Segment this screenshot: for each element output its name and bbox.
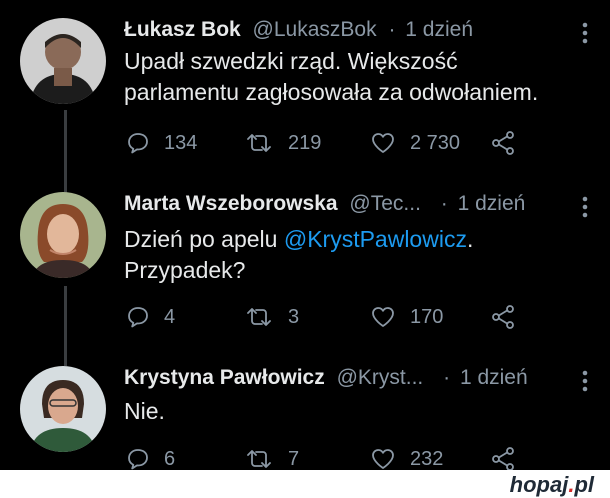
reply-button[interactable]: 4	[126, 302, 175, 332]
timestamp[interactable]: 1 dzień	[458, 192, 526, 215]
tweet-text-line-1: Nie.	[124, 398, 165, 424]
author-name[interactable]: Marta Wszeborowska	[124, 192, 338, 215]
separator-dot: ·	[388, 18, 396, 41]
tweet-actions: 134 219 2 730	[126, 128, 526, 158]
reply-icon	[128, 133, 148, 154]
like-count: 170	[410, 305, 444, 328]
like-count: 232	[410, 447, 444, 470]
retweet-icon	[247, 450, 271, 468]
retweet-count: 3	[288, 305, 300, 328]
tweet-text-line-1: Dzień po apelu @KrystPawlowicz.	[124, 224, 473, 255]
reply-icon	[128, 449, 148, 470]
share-button[interactable]	[490, 302, 516, 332]
brand-tld: pl	[574, 472, 594, 497]
like-icon	[372, 307, 394, 327]
like-icon	[372, 449, 394, 469]
like-button[interactable]: 170	[370, 302, 443, 332]
tweet-header: Marta Wszeborowska @Tec... · 1 dzień	[124, 192, 590, 222]
author-handle[interactable]: @Tec...	[349, 192, 421, 215]
tweet-3[interactable]: Krystyna Pawłowicz @Kryst... · 1 dzień N…	[0, 366, 610, 471]
retweet-count: 7	[288, 447, 300, 470]
brand-logo: hopaj.pl	[510, 472, 594, 498]
watermark-bar: hopaj.pl	[0, 470, 610, 498]
share-button[interactable]	[490, 128, 516, 158]
reply-icon	[128, 307, 148, 328]
author-name[interactable]: Łukasz Bok	[124, 18, 241, 41]
avatar[interactable]	[20, 18, 106, 104]
tweet-text-prefix: Dzień po apelu	[124, 226, 284, 252]
tweet-2[interactable]: Marta Wszeborowska @Tec... · 1 dzień Dzi…	[0, 192, 610, 342]
retweet-button[interactable]: 219	[244, 128, 321, 158]
tweet-text: Nie.	[124, 396, 165, 427]
more-icon[interactable]	[582, 22, 588, 44]
like-icon	[372, 133, 394, 153]
retweet-button[interactable]: 3	[244, 302, 299, 332]
tweet-text: Dzień po apelu @KrystPawlowicz. Przypade…	[124, 224, 473, 286]
tweet-text-line-1: Upadł szwedzki rząd. Większość	[124, 48, 458, 74]
timestamp[interactable]: 1 dzień	[460, 366, 528, 389]
tweet-actions: 4 3 170	[126, 302, 526, 332]
separator-dot: ·	[443, 366, 451, 389]
tweet-1[interactable]: Łukasz Bok @LukaszBok · 1 dzień Upadł sz…	[0, 18, 610, 168]
share-icon	[492, 447, 514, 471]
more-icon[interactable]	[582, 196, 588, 218]
avatar[interactable]	[20, 366, 106, 452]
mention-link[interactable]: @KrystPawlowicz	[284, 226, 467, 252]
timestamp[interactable]: 1 dzień	[405, 18, 473, 41]
tweet-text-suffix: .	[466, 226, 474, 252]
reply-count: 4	[164, 305, 176, 328]
retweet-icon	[247, 308, 271, 326]
author-handle[interactable]: @LukaszBok	[253, 18, 377, 41]
like-button[interactable]: 2 730	[370, 128, 460, 158]
reply-count: 134	[164, 131, 198, 154]
retweet-icon	[247, 134, 271, 152]
tweet-text-line-2: parlamentu zagłosowała za odwołaniem.	[124, 79, 539, 105]
tweet-header: Łukasz Bok @LukaszBok · 1 dzień	[124, 18, 590, 48]
like-count: 2 730	[410, 131, 461, 154]
tweet-header: Krystyna Pawłowicz @Kryst... · 1 dzień	[124, 366, 590, 396]
brand-name: hopaj	[509, 472, 569, 497]
author-name[interactable]: Krystyna Pawłowicz	[124, 366, 325, 389]
retweet-count: 219	[288, 131, 322, 154]
avatar[interactable]	[20, 192, 106, 278]
separator-dot: ·	[440, 192, 448, 215]
tweet-text-line-2: Przypadek?	[124, 257, 246, 283]
reply-button[interactable]: 134	[126, 128, 197, 158]
author-handle[interactable]: @Kryst...	[337, 366, 424, 389]
share-icon	[492, 305, 514, 329]
share-icon	[492, 131, 514, 155]
more-icon[interactable]	[582, 370, 588, 392]
reply-count: 6	[164, 447, 176, 470]
tweet-text: Upadł szwedzki rząd. Większość parlament…	[124, 46, 538, 108]
